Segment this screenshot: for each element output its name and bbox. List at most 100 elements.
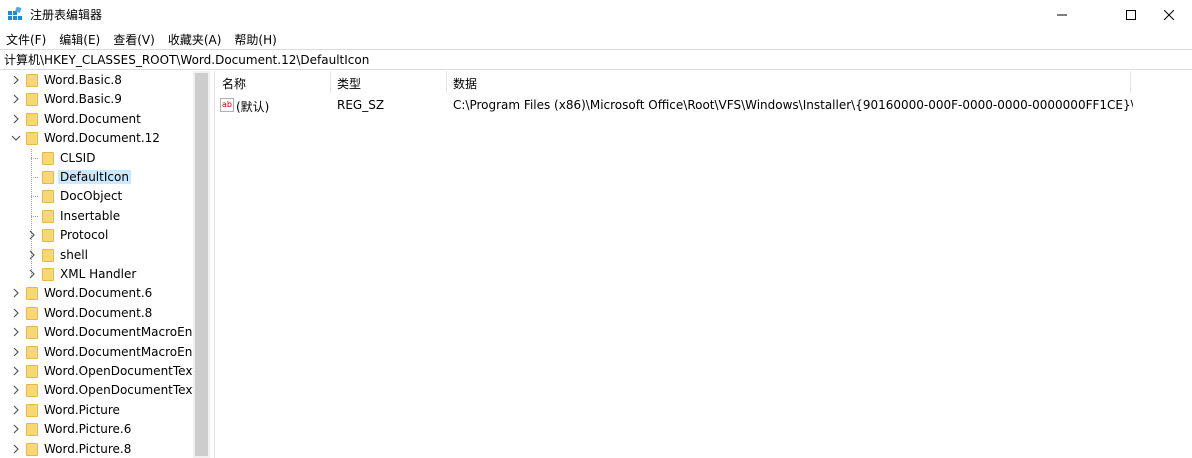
title-bar: 注册表编辑器 <box>0 0 1192 29</box>
chevron-right-icon[interactable] <box>11 308 21 318</box>
tree-item[interactable]: Word.Picture <box>0 401 193 420</box>
tree-item[interactable]: XML Handler <box>0 265 193 284</box>
tree-item-label: Word.DocumentMacroEna <box>44 345 193 359</box>
tree-item[interactable]: shell <box>0 246 193 265</box>
tree-item-label: CLSID <box>60 151 96 165</box>
minimize-icon <box>1057 14 1067 15</box>
tree-item[interactable]: Word.Basic.9 <box>0 90 193 109</box>
tree-item[interactable]: Word.Document.12 <box>0 129 193 148</box>
folder-icon <box>26 307 38 320</box>
address-path[interactable]: 计算机\HKEY_CLASSES_ROOT\Word.Document.12\D… <box>4 51 369 68</box>
tree-scrollbar[interactable] <box>193 71 210 458</box>
close-button[interactable] <box>1146 0 1192 29</box>
tree-item-label: DocObject <box>60 189 123 203</box>
tree-item-label: Word.Document.8 <box>44 306 153 320</box>
chevron-right-icon[interactable] <box>11 75 21 85</box>
window-title: 注册表编辑器 <box>30 8 103 22</box>
folder-icon <box>42 171 54 184</box>
chevron-right-icon[interactable] <box>11 385 21 395</box>
tree-item-label: Word.Document <box>44 112 141 126</box>
chevron-right-icon[interactable] <box>11 347 21 357</box>
tree-item-label: Word.Picture.6 <box>44 422 132 436</box>
tree-connector <box>31 177 38 178</box>
tree-item[interactable]: CLSID <box>0 149 193 168</box>
chevron-right-icon[interactable] <box>11 114 21 124</box>
key-tree[interactable]: Word.Basic.8 Word.Basic.9 Word.Document Wor… <box>0 71 193 458</box>
tree-item-label: Insertable <box>60 209 121 223</box>
tree-item-label: Word.Basic.9 <box>44 92 122 106</box>
folder-icon <box>26 443 38 456</box>
value-list[interactable]: 名称 类型 数据 ab (默认) REG_SZ C:\Program Files… <box>216 71 1192 458</box>
folder-icon <box>26 423 38 436</box>
tree-item[interactable]: Protocol <box>0 226 193 245</box>
tree-item[interactable]: Word.DocumentMacroEna <box>0 323 193 342</box>
folder-icon <box>42 268 54 281</box>
folder-icon <box>26 74 38 87</box>
menu-edit[interactable]: 编辑(E) <box>59 31 100 48</box>
tree-item-label: Word.OpenDocumentText <box>44 383 193 397</box>
folder-icon <box>26 113 38 126</box>
value-type: REG_SZ <box>337 98 385 112</box>
tree-item-label: Word.DocumentMacroEna <box>44 325 193 339</box>
menu-file[interactable]: 文件(F) <box>6 31 46 48</box>
chevron-right-icon[interactable] <box>27 230 37 240</box>
minimize-button[interactable] <box>1039 0 1085 29</box>
tree-item-label: DefaultIcon <box>58 170 131 184</box>
tree-item[interactable]: Word.Document.6 <box>0 284 193 303</box>
chevron-down-icon[interactable] <box>11 133 21 143</box>
column-header-data[interactable]: 数据 <box>447 71 1131 93</box>
folder-icon <box>26 384 38 397</box>
tree-item[interactable]: Word.Picture.8 <box>0 440 193 458</box>
tree-item[interactable]: Word.Document <box>0 110 193 129</box>
chevron-right-icon[interactable] <box>11 405 21 415</box>
chevron-right-icon[interactable] <box>11 94 21 104</box>
maximize-icon <box>1126 9 1136 20</box>
tree-connector <box>31 216 38 217</box>
address-bar[interactable]: 计算机\HKEY_CLASSES_ROOT\Word.Document.12\D… <box>0 49 1192 70</box>
tree-item[interactable]: Word.OpenDocumentText <box>0 381 193 400</box>
value-data: C:\Program Files (x86)\Microsoft Office\… <box>453 98 1133 112</box>
tree-item-label: Protocol <box>60 228 109 242</box>
chevron-right-icon[interactable] <box>11 288 21 298</box>
column-header-name[interactable]: 名称 <box>216 71 331 93</box>
tree-item-label: Word.OpenDocumentText <box>44 364 193 378</box>
chevron-right-icon[interactable] <box>11 366 21 376</box>
tree-item[interactable]: Word.Basic.8 <box>0 71 193 90</box>
folder-icon <box>42 152 54 165</box>
menu-view[interactable]: 查看(V) <box>113 31 155 48</box>
chevron-right-icon[interactable] <box>27 250 37 260</box>
chevron-right-icon[interactable] <box>11 327 21 337</box>
string-value-icon: ab <box>220 98 234 112</box>
chevron-right-icon[interactable] <box>11 444 21 454</box>
column-header-type[interactable]: 类型 <box>331 71 447 93</box>
list-header: 名称 类型 数据 <box>216 71 1192 93</box>
folder-icon <box>26 132 38 145</box>
menu-favorites[interactable]: 收藏夹(A) <box>168 31 222 48</box>
chevron-right-icon[interactable] <box>27 269 37 279</box>
value-row[interactable]: ab (默认) REG_SZ C:\Program Files (x86)\Mi… <box>216 96 1192 114</box>
tree-item[interactable]: Insertable <box>0 207 193 226</box>
chevron-right-icon[interactable] <box>11 424 21 434</box>
value-name: (默认) <box>236 100 270 114</box>
registry-editor-icon <box>8 7 22 20</box>
folder-icon <box>42 229 54 242</box>
tree-item[interactable]: Word.DocumentMacroEna <box>0 343 193 362</box>
folder-icon <box>26 346 38 359</box>
tree-item-label: Word.Basic.8 <box>44 73 122 87</box>
folder-icon <box>26 93 38 106</box>
tree-item[interactable]: DefaultIcon <box>0 168 193 187</box>
folder-icon <box>42 249 54 262</box>
tree-item-label: Word.Document.6 <box>44 286 153 300</box>
folder-icon <box>42 210 54 223</box>
tree-item[interactable]: Word.OpenDocumentText <box>0 362 193 381</box>
tree-item-label: Word.Picture <box>44 403 120 417</box>
tree-connector <box>31 196 38 197</box>
menu-help[interactable]: 帮助(H) <box>234 31 276 48</box>
pane-splitter[interactable] <box>210 71 215 458</box>
folder-icon <box>26 287 38 300</box>
tree-scrollbar-thumb[interactable] <box>195 73 208 456</box>
close-icon <box>1164 9 1174 20</box>
tree-item[interactable]: Word.Document.8 <box>0 304 193 323</box>
tree-item[interactable]: DocObject <box>0 187 193 206</box>
tree-item[interactable]: Word.Picture.6 <box>0 420 193 439</box>
